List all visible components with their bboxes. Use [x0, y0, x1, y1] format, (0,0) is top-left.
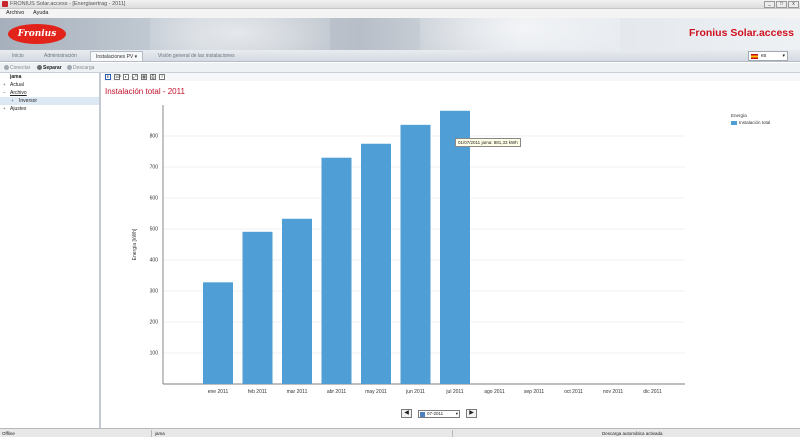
- connect-button[interactable]: Conectar: [4, 65, 30, 71]
- status-download: Descarga automática activada: [602, 431, 663, 436]
- y-tick-label: 100: [150, 351, 159, 357]
- y-axis-label: Energía [kWh]: [132, 228, 138, 260]
- download-icon: [67, 65, 72, 70]
- chart-panel: Instalación total - 2011 100 200 300 400 500…: [103, 81, 800, 428]
- tree-item-system[interactable]: jama: [0, 73, 99, 81]
- app-icon: [2, 1, 8, 7]
- legend-item: Instalación total: [731, 120, 770, 125]
- system-tree: jama + Actual − Archivo + Inversor + Aju…: [0, 73, 101, 428]
- collapse-icon[interactable]: −: [3, 89, 6, 97]
- tree-item-ajustes[interactable]: + Ajustes: [0, 105, 99, 113]
- expand-icon[interactable]: +: [11, 97, 14, 105]
- chart-legend: Energía Instalación total: [731, 113, 770, 125]
- y-tick-label: 500: [150, 227, 159, 233]
- tree-item-archivo[interactable]: − Archivo: [0, 89, 99, 97]
- print-button[interactable]: ⎙: [150, 74, 156, 80]
- previous-period-button[interactable]: ◀: [401, 409, 412, 418]
- minimize-button[interactable]: _: [764, 1, 775, 8]
- x-tick-label: sep 2011: [524, 389, 544, 395]
- status-system: jama: [153, 430, 453, 437]
- close-button[interactable]: x: [788, 1, 799, 8]
- flag-icon: [751, 54, 758, 59]
- display-mode-button[interactable]: ◐: [123, 74, 129, 80]
- x-tick-label: abr 2011: [327, 389, 347, 395]
- fronius-logo: Fronius: [8, 24, 66, 44]
- window-title: FRONIUS Solar.access - [Energiaertrag - …: [10, 1, 126, 7]
- y-tick-label: 700: [150, 165, 159, 171]
- chart-bar: [203, 282, 233, 384]
- period-select[interactable]: 07-2011 ▾: [418, 410, 460, 418]
- x-tick-label: jun 2011: [405, 389, 425, 395]
- brand-title: Fronius Solar.access: [688, 27, 794, 39]
- bar-tooltip: 01/07/2011 jama: 881,33 kWh: [455, 138, 521, 147]
- x-tick-label: feb 2011: [248, 389, 267, 395]
- menu-bar: Archivo Ayuda: [0, 9, 800, 18]
- x-tick-label: ene 2011: [208, 389, 229, 395]
- y-tick-label: 800: [150, 134, 159, 140]
- calendar-icon: [420, 412, 425, 417]
- help-button[interactable]: ?: [159, 74, 165, 80]
- tab-instalaciones-pv[interactable]: Instalaciones PV ▾: [90, 51, 144, 61]
- chevron-down-icon: ▾: [455, 411, 458, 416]
- legend-title: Energía: [731, 113, 747, 118]
- chart-bar: [282, 218, 312, 384]
- y-tick-label: 400: [150, 258, 159, 264]
- chevron-down-icon: ▾: [782, 53, 785, 59]
- header-banner: Fronius Fronius Solar.access: [0, 18, 800, 50]
- tab-vision-general[interactable]: Visión general de las instalaciones: [158, 53, 235, 59]
- x-tick-label: dic 2011: [643, 389, 662, 395]
- status-bar: Offline jama Descarga automática activad…: [0, 428, 800, 437]
- chart-bar: [400, 124, 431, 384]
- chart-bar: [321, 157, 352, 384]
- download-button[interactable]: Descarga: [67, 65, 94, 71]
- expand-icon[interactable]: +: [3, 81, 6, 89]
- language-select[interactable]: es ▾: [748, 51, 788, 61]
- disconnect-button[interactable]: Separar: [37, 65, 62, 71]
- y-tick-label: 200: [150, 320, 159, 326]
- x-tick-label: may 2011: [365, 389, 387, 395]
- x-tick-label: jul 2011: [445, 389, 463, 395]
- chart-bar: [361, 143, 391, 384]
- chart-toolbar: E 10³ ◐ ⤢ ▦ ⎙ ?: [103, 73, 800, 81]
- maximize-button[interactable]: □: [776, 1, 787, 8]
- title-bar: FRONIUS Solar.access - [Energiaertrag - …: [0, 0, 800, 9]
- menu-archivo[interactable]: Archivo: [6, 10, 24, 16]
- main-toolbar: Conectar Separar Descarga: [0, 63, 800, 73]
- chart-bar: [242, 231, 273, 384]
- zoom-button[interactable]: ⤢: [132, 74, 138, 80]
- unplug-icon: [37, 65, 42, 70]
- x-tick-label: mar 2011: [287, 389, 308, 395]
- nav-tabs: Inicio Administración Instalaciones PV ▾…: [0, 50, 800, 62]
- y-tick-label: 300: [150, 289, 159, 295]
- scale-button[interactable]: 10³: [114, 74, 121, 80]
- tab-administracion[interactable]: Administración: [44, 53, 77, 59]
- legend-swatch: [731, 121, 737, 125]
- energy-view-button[interactable]: E: [105, 74, 111, 80]
- x-tick-label: nov 2011: [603, 389, 623, 395]
- next-period-button[interactable]: ▶: [466, 409, 477, 418]
- status-connection: Offline: [0, 430, 152, 437]
- tree-item-actual[interactable]: + Actual: [0, 81, 99, 89]
- x-tick-label: oct 2011: [564, 389, 583, 395]
- bar-chart: 100 200 300 400 500 600 700 800 Energía [kWh] ene…: [132, 105, 685, 395]
- table-view-button[interactable]: ▦: [141, 74, 147, 80]
- tab-inicio[interactable]: Inicio: [12, 53, 24, 59]
- expand-icon[interactable]: +: [3, 105, 6, 113]
- plug-icon: [4, 65, 9, 70]
- chart-bar: [440, 110, 470, 384]
- y-tick-label: 600: [150, 196, 159, 202]
- tree-item-inversor[interactable]: + Inversor: [0, 97, 99, 105]
- x-tick-label: ago 2011: [484, 389, 505, 395]
- menu-ayuda[interactable]: Ayuda: [33, 10, 49, 16]
